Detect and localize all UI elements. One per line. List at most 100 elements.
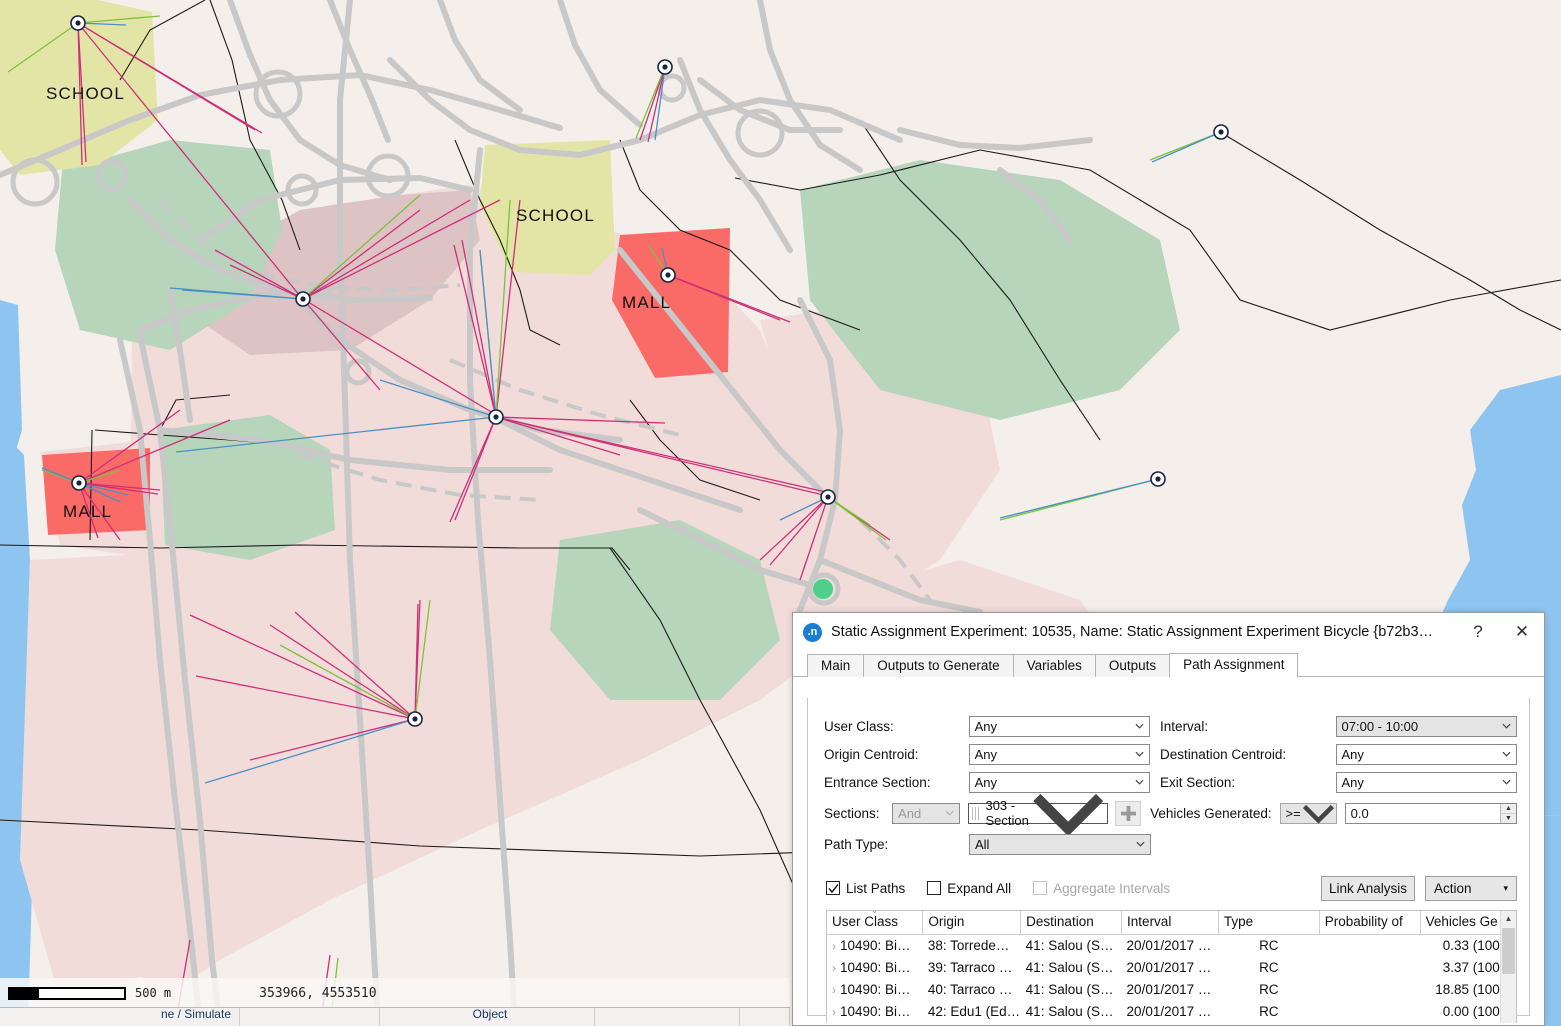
tab-variables[interactable]: Variables [1012,654,1096,677]
drag-grip-icon[interactable] [972,806,980,820]
scroll-up-icon[interactable]: ▲ [1501,911,1516,926]
vehicles-generated-input[interactable]: 0.0 ▲ ▼ [1344,802,1517,824]
list-paths-checkbox[interactable] [826,881,840,895]
map-label-school-2: SCHOOL [516,206,595,225]
vehicles-generated-comparator[interactable]: >= [1279,802,1337,824]
sections-value-combo[interactable]: 303 - Section [968,793,1109,836]
row-expander-icon[interactable]: › [832,961,836,975]
col-destination[interactable]: Destination [1020,911,1123,935]
col-user-class[interactable]: ⌄ User Class [827,911,924,935]
exit-section-value: Any [1341,774,1364,790]
scrollbar-thumb[interactable] [1502,928,1515,974]
origin-centroid-select[interactable]: Any [968,743,1151,765]
tab-outputs[interactable]: Outputs [1094,654,1171,677]
user-class-select[interactable]: Any [968,715,1151,737]
destination-centroid-select[interactable]: Any [1335,743,1517,765]
static-assignment-experiment-dialog[interactable]: .n Static Assignment Experiment: 10535, … [792,612,1545,1026]
row-expander-icon[interactable]: › [832,1005,836,1019]
cell-origin: 39: Tarraco … [927,959,1013,975]
sections-label: Sections: [824,805,880,821]
check-icon [827,883,839,893]
cell-user-class: › 10490: Bi… [827,1000,923,1022]
col-vehicles-label: Vehicles Ge [1425,914,1498,930]
caret-down-icon: ▾ [1503,882,1508,893]
action-button[interactable]: Action ▾ [1425,875,1517,901]
dialog-titlebar[interactable]: .n Static Assignment Experiment: 10535, … [793,613,1544,652]
cell-origin: 38: Torrede… [927,937,1010,953]
map-status-strip: 500 m 353966, 4553510 [0,978,790,1008]
app-status-bar: ne / Simulate Object [0,1007,790,1026]
col-probability[interactable]: Probability of [1319,911,1421,935]
map-label-mall-1: MALL [622,293,671,312]
tab-main[interactable]: Main [807,654,865,677]
table-vertical-scrollbar[interactable]: ▲ [1500,911,1516,1023]
chevron-down-icon [1136,841,1145,847]
cell-interval: 20/01/2017 … [1126,981,1212,997]
cell-type: RC [1259,1003,1279,1019]
list-paths-label: List Paths [846,880,906,896]
exit-section-select[interactable]: Any [1335,771,1517,793]
cell-interval: 20/01/2017 … [1126,1003,1212,1019]
dialog-tabstrip[interactable]: Main Outputs to Generate Variables Outpu… [793,652,1544,678]
entrance-section-value: Any [974,774,997,790]
vehicles-generated-label: Vehicles Generated: [1150,805,1272,821]
table-row[interactable]: › 10490: Bi… 39: Tarraco … 41: Salou (S… … [827,956,1516,978]
sections-operator-select[interactable]: And [892,802,961,824]
paths-table[interactable]: ⌄ User Class Origin Destination Interval… [826,910,1517,1023]
chevron-down-icon [1302,804,1334,824]
map-label-mall-2: MALL [63,502,112,521]
path-type-select[interactable]: All [969,833,1151,855]
col-probability-label: Probability of [1324,914,1403,930]
table-row[interactable]: › 10490: Bi… 38: Torrede… 41: Salou (S… 2… [827,934,1516,956]
chevron-down-icon [1135,723,1144,729]
cell-destination: 41: Salou (S… [1025,937,1114,953]
vehicles-generated-stepper[interactable]: ▲ ▼ [1500,803,1516,823]
destination-centroid-label: Destination Centroid: [1160,746,1287,762]
help-button[interactable]: ? [1456,613,1500,651]
cell-interval: 20/01/2017 … [1126,959,1212,975]
destination-centroid-value: Any [1341,746,1364,762]
cell-user-class: › 10490: Bi… [827,934,923,956]
scalebar-graphic [8,986,126,1000]
exit-section-label: Exit Section: [1160,774,1236,790]
link-analysis-button[interactable]: Link Analysis [1321,875,1415,901]
sections-value: 303 - Section [985,798,1029,828]
table-row[interactable]: › 10490: Bi… 40: Tarraco … 41: Salou (S… … [827,978,1516,1000]
cell-probability [1319,1000,1420,1022]
form-row-entrance-section: Entrance Section: Any Exit Section: Any [824,768,1517,796]
interval-select[interactable]: 07:00 - 10:00 [1335,715,1517,737]
tab-path-assignment[interactable]: Path Assignment [1169,653,1299,678]
aggregate-intervals-label: Aggregate Intervals [1053,880,1171,896]
status-cell-5 [740,1008,790,1026]
close-button[interactable]: ✕ [1500,613,1544,651]
paths-table-grid: ⌄ User Class Origin Destination Interval… [827,911,1516,1022]
col-user-class-label: User Class [832,914,899,930]
status-cell-object: Object [380,1008,595,1026]
chevron-down-icon [1502,751,1511,757]
options-row: List Paths Expand All Aggregate Interval… [808,862,1529,904]
cell-user-class: › 10490: Bi… [827,978,923,1000]
cell-user-class: › 10490: Bi… [827,956,923,978]
cell-user-class-value: 10490: Bi… [840,1003,911,1019]
sections-operator-value: And [898,805,922,821]
stepper-down-icon[interactable]: ▼ [1501,813,1516,823]
add-section-button[interactable] [1115,800,1142,826]
table-row[interactable]: › 10490: Bi… 42: Edu1 (Ed… 41: Salou (S… … [827,1000,1516,1022]
col-origin[interactable]: Origin [922,911,1022,935]
chevron-down-icon [1135,751,1144,757]
row-expander-icon[interactable]: › [832,939,836,953]
expand-all-label: Expand All [947,880,1012,896]
col-interval[interactable]: Interval [1121,911,1219,935]
entrance-section-label: Entrance Section: [824,774,931,790]
row-expander-icon[interactable]: › [832,983,836,997]
cell-type: RC [1259,937,1279,953]
stepper-up-icon[interactable]: ▲ [1501,803,1516,814]
tab-outputs-to-generate[interactable]: Outputs to Generate [863,654,1014,677]
col-type[interactable]: Type [1218,911,1320,935]
form-row-path-type: Path Type: All [824,830,1517,858]
aggregate-intervals-checkbox [1033,881,1048,895]
cell-type: RC [1259,981,1279,997]
col-destination-label: Destination [1026,914,1094,930]
chevron-down-icon [1135,779,1144,785]
expand-all-checkbox[interactable] [927,881,942,895]
